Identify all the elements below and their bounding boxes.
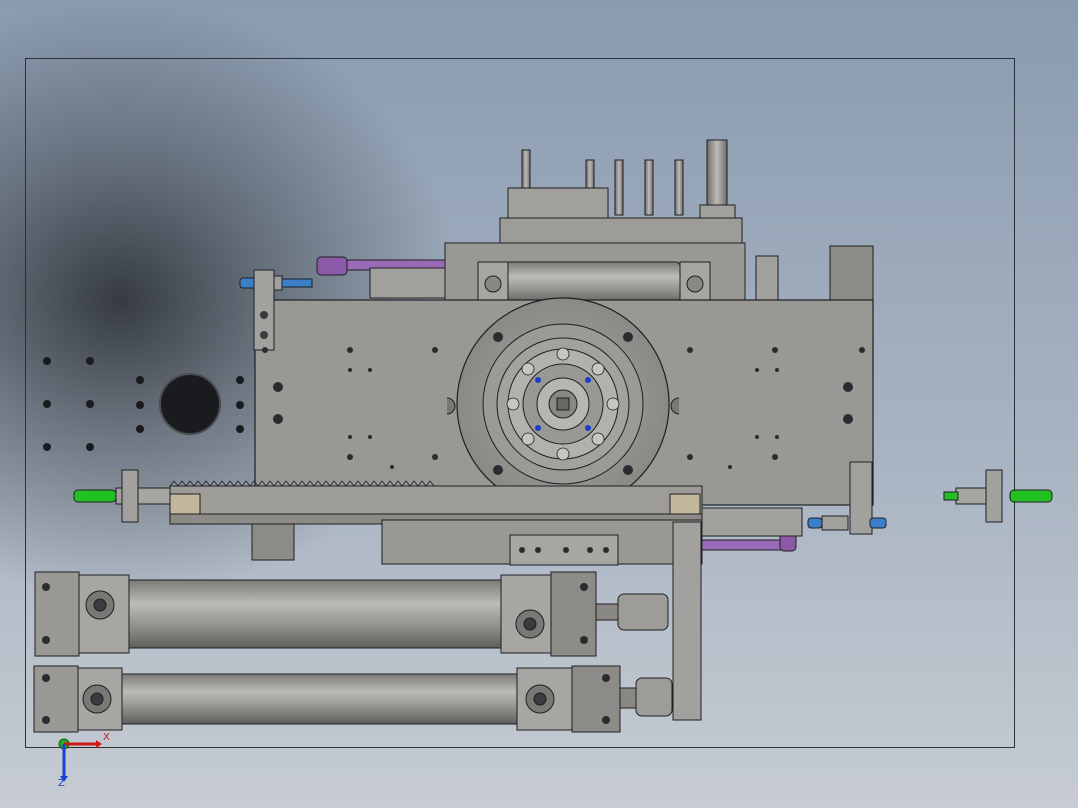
base-plate-holes bbox=[43, 357, 244, 451]
right-bracket-upper bbox=[755, 255, 779, 305]
graphics-viewport[interactable]: X Z bbox=[0, 0, 1078, 808]
lower-cylinder-1 bbox=[34, 571, 669, 657]
purple-fitting-top bbox=[316, 256, 446, 299]
triad-z-label: Z bbox=[58, 778, 65, 789]
green-fitting-left bbox=[73, 469, 171, 523]
lower-cylinder-2 bbox=[33, 665, 673, 733]
vertical-support-arm bbox=[672, 521, 702, 721]
blue-fitting-right bbox=[807, 515, 887, 531]
lower-block-left bbox=[251, 523, 295, 561]
orientation-triad: X Z bbox=[52, 732, 122, 794]
purple-fitting-bottom bbox=[701, 507, 803, 552]
green-fitting-right bbox=[943, 469, 1053, 523]
gear-rack bbox=[169, 480, 703, 525]
right-vertical-bracket bbox=[849, 461, 873, 535]
blue-fitting-top-left bbox=[239, 275, 313, 291]
assembly-model[interactable] bbox=[0, 0, 1078, 808]
triad-x-label: X bbox=[103, 732, 110, 743]
top-cylinder bbox=[504, 261, 681, 305]
top-pins bbox=[507, 139, 736, 226]
triad-x-arrow bbox=[96, 740, 102, 748]
right-motor-block bbox=[829, 245, 874, 307]
